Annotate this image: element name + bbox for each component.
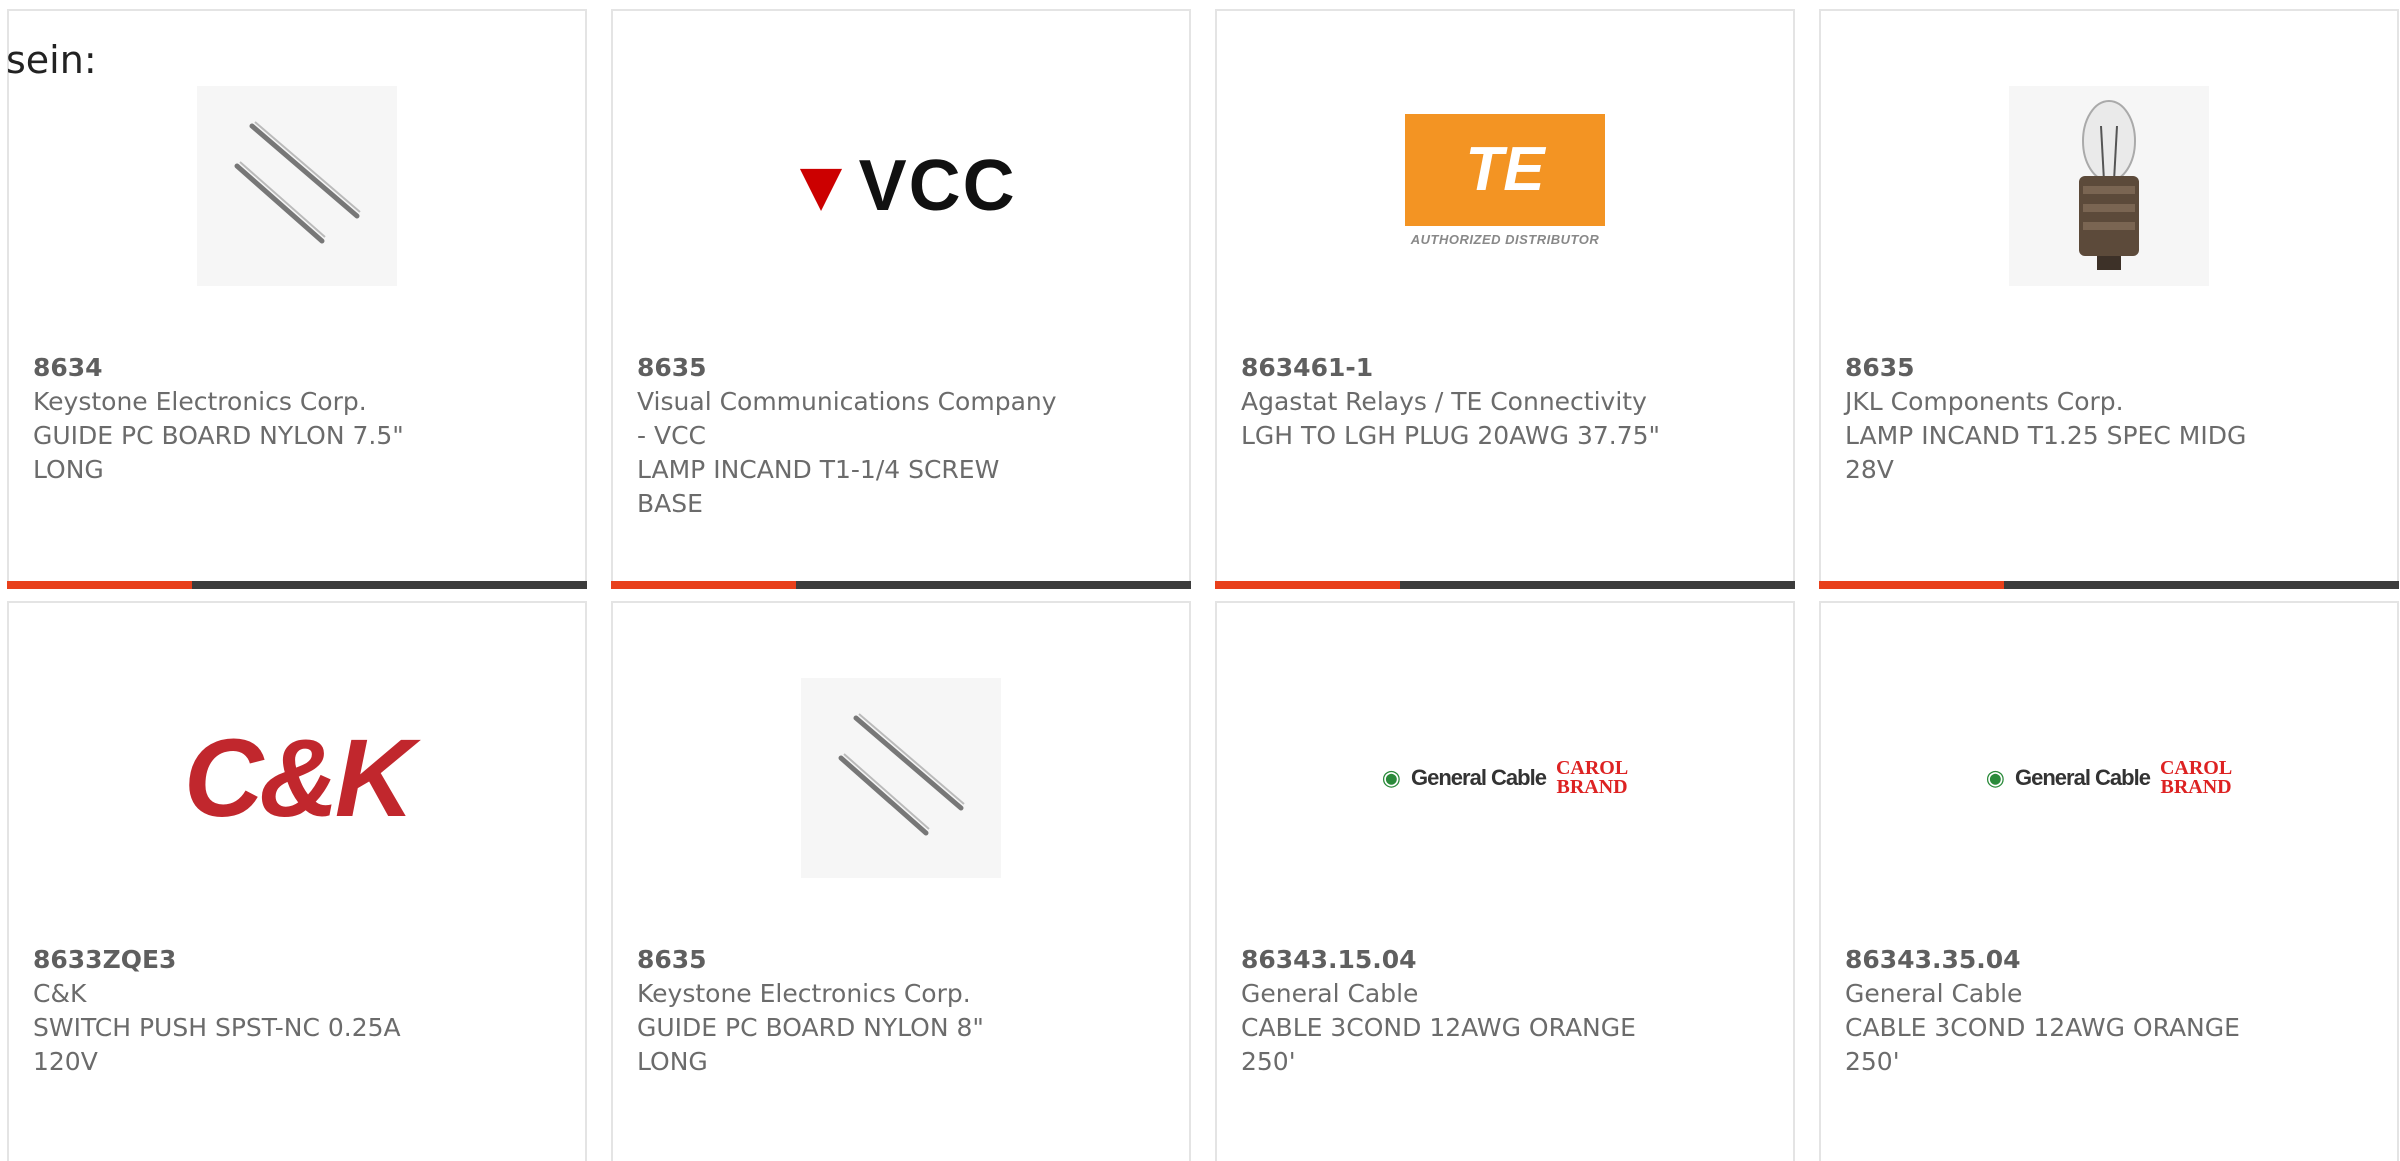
part-number-link[interactable]: 8634 <box>33 351 453 385</box>
description: BASE <box>637 489 703 518</box>
description: GUIDE PC BOARD NYLON 7.5" <box>33 421 404 450</box>
shield-icon: ◉ <box>1985 765 2005 790</box>
description: 28V <box>1845 455 1894 484</box>
part-number-link[interactable]: 8635 <box>637 943 1057 977</box>
card-bottom-bar <box>1819 581 2399 589</box>
card-bottom-bar <box>611 581 1191 589</box>
manufacturer: Agastat Relays / TE Connectivity <box>1241 387 1647 416</box>
part-number-link[interactable]: 8635 <box>1845 351 2265 385</box>
product-info: 8635 JKL Components Corp. LAMP INCAND T1… <box>1845 351 2265 487</box>
guide-rails-image <box>801 678 1001 878</box>
lamp-bulb-image <box>2009 86 2209 286</box>
product-card[interactable]: 8635 JKL Components Corp. LAMP INCAND T1… <box>1819 9 2399 589</box>
general-cable-logo: ◉ General Cable CAROL BRAND <box>1985 757 2233 798</box>
te-connectivity-logo: TE AUTHORIZED DISTRIBUTOR <box>1405 113 1605 259</box>
product-info: 8633ZQE3 C&K SWITCH PUSH SPST-NC 0.25A 1… <box>33 943 453 1079</box>
description: 120V <box>33 1047 98 1076</box>
shield-icon: ◉ <box>1381 765 1401 790</box>
product-image[interactable] <box>613 673 1189 883</box>
part-number-link[interactable]: 8635 <box>637 351 1057 385</box>
part-number-link[interactable]: 863461-1 <box>1241 351 1661 385</box>
product-card[interactable]: TE AUTHORIZED DISTRIBUTOR 863461-1 Agast… <box>1215 9 1795 589</box>
manufacturer: General Cable <box>1241 979 1419 1008</box>
manufacturer: JKL Components Corp. <box>1845 387 2124 416</box>
product-card[interactable]: ▼VCC 8635 Visual Communications Company … <box>611 9 1191 589</box>
product-info: 863461-1 Agastat Relays / TE Connectivit… <box>1241 351 1661 453</box>
vcc-logo: ▼VCC <box>785 146 1017 226</box>
manufacturer: Visual Communications Company <box>637 387 1057 416</box>
description: LAMP INCAND T1.25 SPEC MIDG <box>1845 421 2247 450</box>
product-image[interactable]: TE AUTHORIZED DISTRIBUTOR <box>1217 81 1793 291</box>
description: LONG <box>637 1047 708 1076</box>
guide-rails-image <box>197 86 397 286</box>
description: CABLE 3COND 12AWG ORANGE <box>1845 1013 2240 1042</box>
general-cable-logo: ◉ General Cable CAROL BRAND <box>1381 757 1629 798</box>
manufacturer: General Cable <box>1845 979 2023 1008</box>
card-bottom-bar <box>1215 581 1795 589</box>
part-number-link[interactable]: 86343.15.04 <box>1241 943 1661 977</box>
manufacturer: Keystone Electronics Corp. <box>637 979 971 1008</box>
product-image[interactable] <box>9 81 585 291</box>
section-heading: sein: <box>6 38 97 82</box>
product-image[interactable]: ◉ General Cable CAROL BRAND <box>1217 673 1793 883</box>
manufacturer: Keystone Electronics Corp. <box>33 387 367 416</box>
product-card[interactable]: 8635 Keystone Electronics Corp. GUIDE PC… <box>611 601 1191 1161</box>
description: GUIDE PC BOARD NYLON 8" <box>637 1013 984 1042</box>
manufacturer: - VCC <box>637 421 706 450</box>
description: LONG <box>33 455 104 484</box>
description: SWITCH PUSH SPST-NC 0.25A <box>33 1013 401 1042</box>
product-info: 86343.15.04 General Cable CABLE 3COND 12… <box>1241 943 1661 1079</box>
ck-logo: C&K <box>183 716 414 840</box>
product-info: 8634 Keystone Electronics Corp. GUIDE PC… <box>33 351 453 487</box>
product-image[interactable] <box>1821 81 2397 291</box>
product-card[interactable]: ◉ General Cable CAROL BRAND 86343.35.04 G… <box>1819 601 2399 1161</box>
manufacturer: C&K <box>33 979 87 1008</box>
product-card[interactable]: ◉ General Cable CAROL BRAND 86343.15.04 G… <box>1215 601 1795 1161</box>
product-image[interactable]: ◉ General Cable CAROL BRAND <box>1821 673 2397 883</box>
product-grid-page: sein: 8634 Keystone Electronics Corp. GU… <box>0 0 2400 1161</box>
description: LGH TO LGH PLUG 20AWG 37.75" <box>1241 421 1661 450</box>
product-card[interactable]: 8634 Keystone Electronics Corp. GUIDE PC… <box>7 9 587 589</box>
description: LAMP INCAND T1-1/4 SCREW <box>637 455 1000 484</box>
product-info: 8635 Keystone Electronics Corp. GUIDE PC… <box>637 943 1057 1079</box>
part-number-link[interactable]: 8633ZQE3 <box>33 943 453 977</box>
product-image[interactable]: ▼VCC <box>613 81 1189 291</box>
product-card[interactable]: C&K 8633ZQE3 C&K SWITCH PUSH SPST-NC 0.2… <box>7 601 587 1161</box>
description: 250' <box>1241 1047 1296 1076</box>
product-image[interactable]: C&K <box>9 673 585 883</box>
product-info: 86343.35.04 General Cable CABLE 3COND 12… <box>1845 943 2265 1079</box>
product-grid: 8634 Keystone Electronics Corp. GUIDE PC… <box>7 9 2399 1161</box>
card-bottom-bar <box>7 581 587 589</box>
part-number-link[interactable]: 86343.35.04 <box>1845 943 2265 977</box>
description: 250' <box>1845 1047 1900 1076</box>
description: CABLE 3COND 12AWG ORANGE <box>1241 1013 1636 1042</box>
product-info: 8635 Visual Communications Company - VCC… <box>637 351 1057 521</box>
